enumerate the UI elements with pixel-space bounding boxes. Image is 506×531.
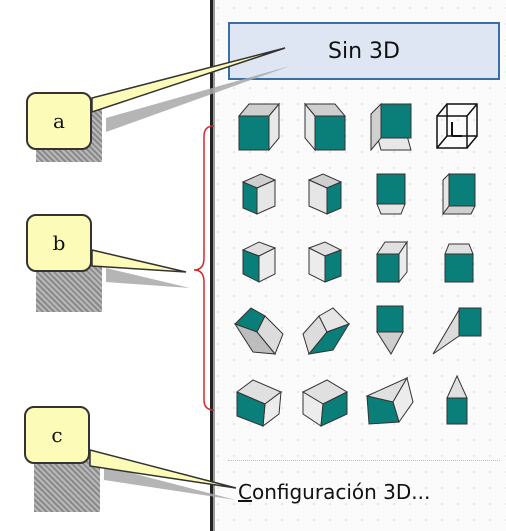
3d-style-16-button[interactable] <box>429 302 485 358</box>
callout-a: a <box>26 92 92 150</box>
3d-cube-icon <box>301 379 349 427</box>
config-label: onfiguración 3D... <box>251 480 431 504</box>
3d-cube-icon <box>376 305 404 355</box>
3d-cube-icon <box>376 240 408 284</box>
3d-style-8-button[interactable] <box>429 166 485 222</box>
3d-style-7-button[interactable] <box>363 166 419 222</box>
wireframe-cube-icon <box>436 103 478 149</box>
callout-c: c <box>24 406 90 464</box>
no-3d-button[interactable]: Sin 3D <box>228 22 500 80</box>
callout-b-pointer-shadow <box>106 268 190 288</box>
3d-style-13-button[interactable] <box>231 302 287 358</box>
menu-separator <box>228 460 500 461</box>
3d-style-20-button[interactable] <box>429 372 485 428</box>
3d-cube-icon <box>446 374 468 425</box>
3d-style-3-button[interactable] <box>363 98 419 154</box>
3d-cube-icon <box>432 307 482 355</box>
3d-style-1-button[interactable] <box>231 98 287 154</box>
3d-cube-icon <box>365 376 414 425</box>
menu-left-shadow <box>213 0 215 531</box>
no-3d-label: Sin 3D <box>328 38 400 64</box>
3d-style-18-button[interactable] <box>297 372 353 428</box>
3d-cube-icon <box>236 379 282 428</box>
3d-style-19-button[interactable] <box>363 372 419 428</box>
3d-cube-icon <box>241 173 277 215</box>
3d-style-grid <box>231 98 501 448</box>
3d-style-15-button[interactable] <box>363 302 419 358</box>
3d-style-4-button[interactable] <box>429 98 485 154</box>
3d-cube-icon <box>303 102 347 152</box>
callout-c-label: c <box>51 423 63 447</box>
callout-b: b <box>26 214 92 272</box>
3d-style-9-button[interactable] <box>231 234 287 290</box>
3d-cube-icon <box>307 241 343 283</box>
3d-cube-icon <box>237 102 281 152</box>
3d-style-10-button[interactable] <box>297 234 353 290</box>
callout-b-pointer <box>91 249 187 273</box>
3d-style-5-button[interactable] <box>231 166 287 222</box>
3d-cube-icon <box>241 241 277 283</box>
callout-b-label: b <box>52 231 66 255</box>
config-accelerator-letter: C <box>238 480 252 504</box>
3d-cube-icon <box>370 102 412 152</box>
3d-settings-menu-item[interactable]: Configuración 3D... <box>238 480 430 504</box>
3d-cube-icon <box>302 307 351 356</box>
3d-cube-icon <box>233 307 284 355</box>
3d-style-12-button[interactable] <box>429 234 485 290</box>
3d-cube-icon <box>444 243 474 283</box>
3d-style-6-button[interactable] <box>297 166 353 222</box>
3d-style-11-button[interactable] <box>363 234 419 290</box>
3d-style-14-button[interactable] <box>297 302 353 358</box>
3d-cube-icon <box>442 172 476 216</box>
callout-a-label: a <box>53 109 65 133</box>
3d-style-2-button[interactable] <box>297 98 353 154</box>
3d-style-17-button[interactable] <box>231 372 287 428</box>
3d-cube-icon <box>376 173 406 215</box>
3d-cube-icon <box>307 173 343 215</box>
